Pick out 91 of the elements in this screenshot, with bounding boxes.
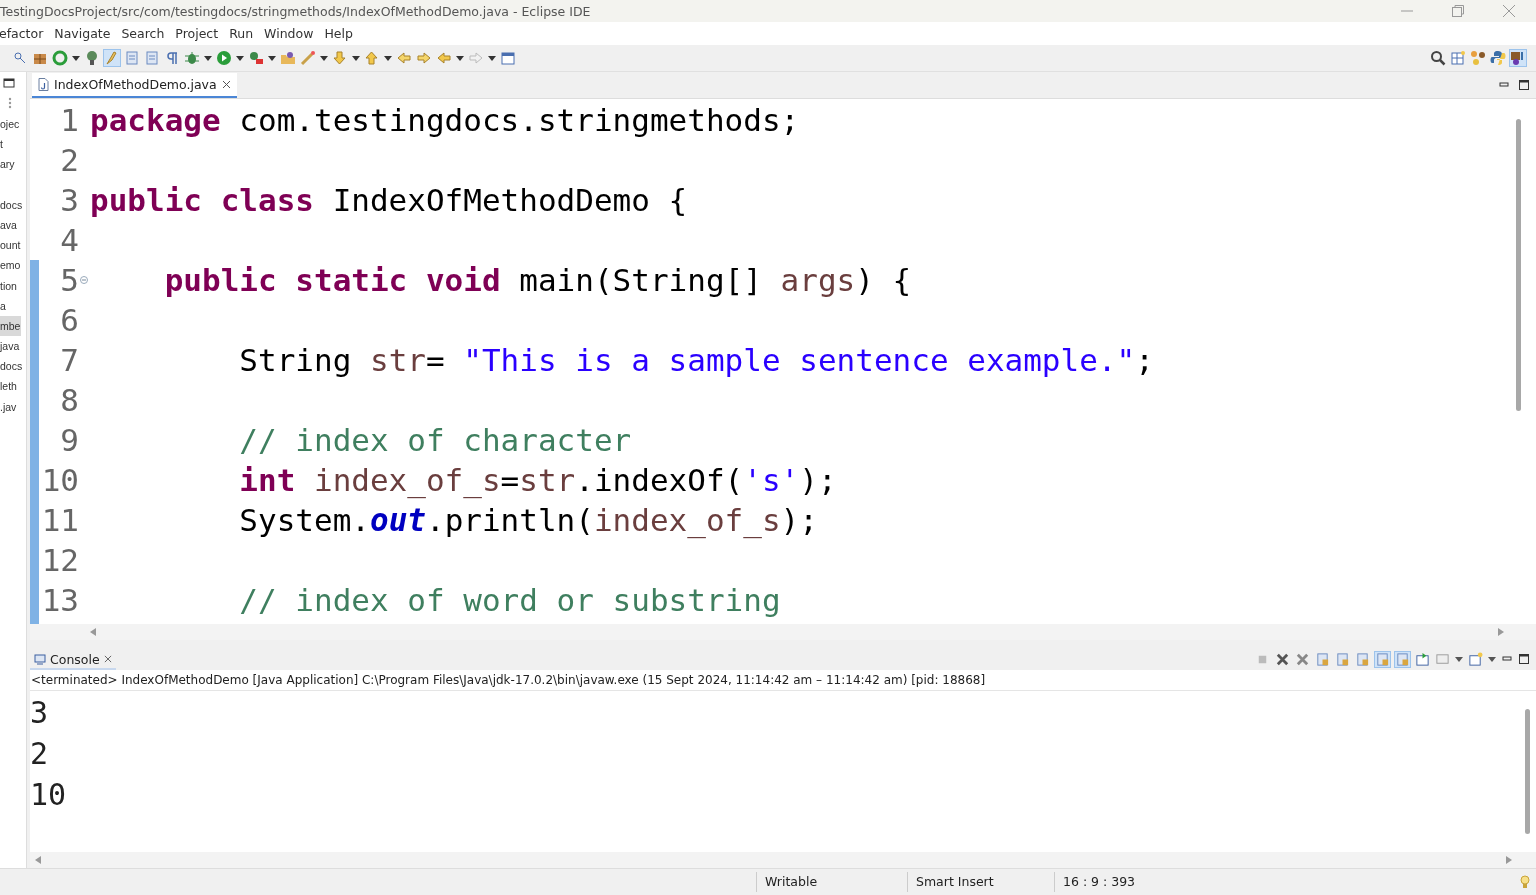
line-number: 5 (59, 262, 79, 298)
forward-icon[interactable] (416, 50, 432, 66)
grip-icon (8, 97, 12, 109)
caret-icon[interactable] (236, 55, 244, 61)
line-number: 1 (59, 102, 79, 138)
caret-icon[interactable] (456, 55, 464, 61)
close-icon[interactable] (221, 79, 231, 89)
bug-icon[interactable] (184, 50, 200, 66)
remove-all-icon[interactable] (1295, 651, 1310, 667)
menu-item[interactable]: Navigate (54, 26, 111, 41)
line-number: 3 (59, 182, 79, 218)
status-text: Smart Insert (907, 872, 1054, 892)
status-text: Writable (756, 872, 907, 892)
scroll-right-icon[interactable] (1498, 628, 1504, 636)
line-number: 6 (59, 302, 79, 338)
tree-item[interactable]: ary (0, 154, 16, 175)
scrollbar-thumb[interactable] (1516, 119, 1521, 411)
java-file-icon (38, 77, 49, 91)
close-icon[interactable] (103, 655, 112, 663)
line-number: 2 (59, 142, 79, 178)
line-number: 10 (40, 462, 79, 498)
lamp-icon[interactable] (84, 50, 100, 66)
menu-item[interactable]: Search (121, 26, 165, 41)
scroll-left-icon[interactable] (90, 628, 96, 636)
lightbulb-icon[interactable] (1520, 875, 1530, 889)
python-icon[interactable] (1490, 50, 1506, 66)
menu-item[interactable]: Help (324, 26, 353, 41)
pilcrow-icon[interactable] (164, 50, 180, 66)
search-icon[interactable] (1430, 50, 1446, 66)
line-number: 9 (59, 422, 79, 458)
code-line: // index of character (238, 422, 632, 458)
menu-item[interactable]: Project (175, 26, 219, 41)
collapse-icon[interactable] (80, 276, 88, 284)
tree-item[interactable]: .jav (0, 396, 18, 417)
maximize-icon[interactable] (1518, 653, 1530, 665)
folder-icon[interactable] (280, 50, 296, 66)
caret-icon[interactable] (352, 55, 360, 61)
caret-icon[interactable] (268, 55, 276, 61)
caret-icon[interactable] (1488, 656, 1496, 662)
caret-icon[interactable] (204, 55, 212, 61)
minimize-icon[interactable] (3, 77, 15, 89)
caret-icon[interactable] (488, 55, 496, 61)
tree-item[interactable]: tion (0, 275, 18, 296)
tree-item[interactable]: leth (0, 376, 18, 397)
tree-item[interactable]: docs (0, 194, 24, 215)
code-line: System.out.println(index_of_s); (238, 502, 818, 538)
remove-icon[interactable] (1275, 651, 1290, 667)
monitor-icon (34, 653, 46, 665)
tree-item[interactable]: ojec (0, 114, 21, 135)
code-line: int index_of_s=str.indexOf('s'); (238, 462, 837, 498)
tree-item[interactable]: emo (0, 255, 22, 276)
menu-item[interactable]: efactor (0, 26, 44, 41)
code-line: // index of word or substring (238, 582, 781, 618)
window-icon[interactable] (500, 50, 516, 66)
tree-item[interactable]: t (0, 134, 4, 155)
line-number: 11 (40, 502, 79, 538)
code-line: public class IndexOfMethodDemo { (90, 182, 688, 218)
caret-icon[interactable] (72, 55, 80, 61)
console-output: 3 (30, 694, 49, 732)
open-icon[interactable] (1415, 651, 1430, 667)
console-output: 10 (30, 776, 67, 814)
tree-item[interactable]: java (0, 336, 21, 357)
scrollbar-thumb[interactable] (1525, 709, 1530, 834)
caret-icon[interactable] (384, 55, 392, 61)
line-number: 7 (59, 342, 79, 378)
line-number: 13 (40, 582, 79, 618)
code-line: package com.testingdocs.stringmethods; (90, 102, 800, 138)
scroll-left-icon[interactable] (35, 856, 41, 864)
window-title: TestingDocsProject/src/com/testingdocs/stringmethods/IndexOfMethodDemo.java - Eclipse IDE (0, 3, 592, 19)
caret-icon[interactable] (1455, 656, 1463, 662)
tree-item[interactable]: mbe (0, 315, 22, 337)
menu-item[interactable]: Window (264, 26, 314, 41)
line-number: 12 (40, 542, 79, 578)
line-number: 8 (59, 382, 79, 418)
caret-icon[interactable] (320, 55, 328, 61)
menu-item[interactable]: Run (229, 26, 254, 41)
code-line: public static void main(String[] args) { (163, 262, 912, 298)
line-number: 4 (59, 222, 79, 258)
code-line: String str= "This is a sample sentence example."; (238, 342, 1154, 378)
tree-item[interactable]: a (0, 295, 7, 316)
scroll-right-icon[interactable] (1506, 856, 1512, 864)
tree-item[interactable]: docs (0, 356, 24, 377)
monitor-icon[interactable] (1435, 651, 1450, 667)
maximize-icon[interactable] (1518, 79, 1530, 91)
status-text: 16 : 9 : 393 (1054, 872, 1193, 892)
tree-item[interactable]: ava (0, 214, 18, 236)
editor-tab[interactable]: IndexOfMethodDemo.java (32, 72, 237, 98)
new-icon[interactable] (1468, 651, 1483, 667)
restore-icon[interactable] (1451, 4, 1465, 18)
tree-item[interactable]: ount (0, 235, 22, 256)
console-output: 2 (30, 735, 49, 773)
